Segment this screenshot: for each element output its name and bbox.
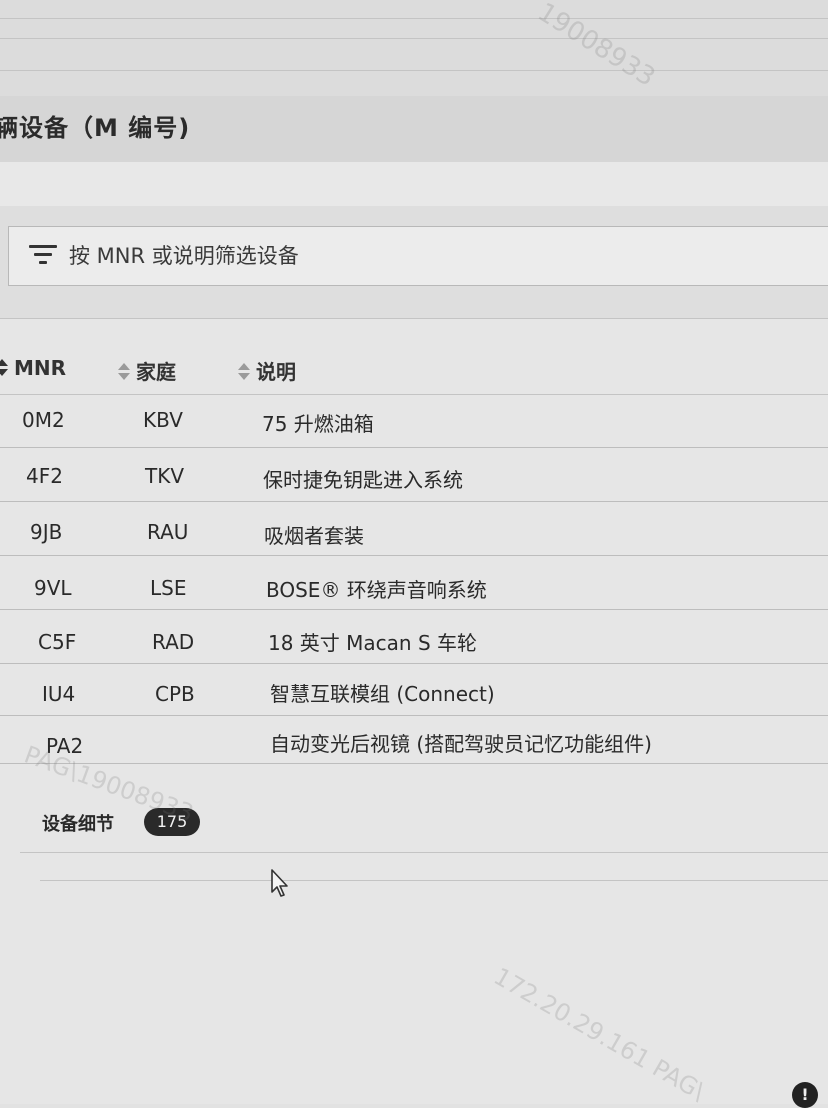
info-icon[interactable]: ! bbox=[792, 1082, 818, 1108]
equipment-details-label[interactable]: 设备细节 bbox=[42, 810, 114, 836]
cell-mnr: IU4 bbox=[42, 682, 76, 706]
divider bbox=[40, 880, 828, 881]
table-row[interactable]: 9JB RAU 吸烟者套装 bbox=[0, 502, 828, 556]
divider bbox=[0, 18, 828, 19]
column-header-label: 说明 bbox=[256, 360, 296, 384]
cell-family: LSE bbox=[150, 576, 187, 600]
column-header-mnr[interactable]: MNR bbox=[0, 356, 66, 380]
cell-description: 75 升燃油箱 bbox=[262, 412, 374, 436]
table-row[interactable]: IU4 CPB 智慧互联模组 (Connect) bbox=[0, 662, 828, 716]
table-row[interactable]: 9VL LSE BOSE® 环绕声音响系统 bbox=[0, 556, 828, 610]
cell-family: RAD bbox=[152, 630, 195, 654]
spacer-band bbox=[0, 162, 828, 206]
divider bbox=[20, 852, 828, 853]
filter-icon[interactable] bbox=[29, 245, 57, 267]
row-divider bbox=[0, 763, 828, 764]
cell-family: RAU bbox=[147, 520, 189, 544]
sort-arrows-icon bbox=[236, 362, 252, 382]
cell-mnr: 0M2 bbox=[22, 408, 65, 432]
cell-mnr: 4F2 bbox=[26, 464, 63, 488]
table-row[interactable]: PA2 自动变光后视镜 (搭配驾驶员记忆功能组件) bbox=[0, 714, 828, 764]
cell-mnr: 9VL bbox=[34, 576, 72, 600]
cell-description: 18 英寸 Macan S 车轮 bbox=[268, 631, 478, 655]
divider bbox=[0, 70, 828, 71]
column-header-family[interactable]: 家庭 bbox=[116, 356, 176, 385]
table-row[interactable]: 0M2 KBV 75 升燃油箱 bbox=[0, 394, 828, 448]
top-band bbox=[0, 0, 828, 96]
sort-arrows-icon bbox=[0, 358, 10, 378]
cell-description: 自动变光后视镜 (搭配驾驶员记忆功能组件) bbox=[270, 732, 652, 756]
cell-description: 保时捷免钥匙进入系统 bbox=[263, 468, 463, 492]
column-header-label: MNR bbox=[14, 356, 67, 380]
divider bbox=[0, 38, 828, 39]
cell-family: TKV bbox=[145, 464, 185, 488]
table-row[interactable]: 4F2 TKV 保时捷免钥匙进入系统 bbox=[0, 448, 828, 502]
mouse-pointer-icon bbox=[271, 869, 288, 897]
table-row[interactable]: C5F RAD 18 英寸 Macan S 车轮 bbox=[0, 610, 828, 664]
cell-family: CPB bbox=[155, 682, 195, 706]
column-header-label: 家庭 bbox=[136, 360, 176, 384]
cell-description: 吸烟者套装 bbox=[264, 524, 364, 548]
cell-mnr: 9JB bbox=[30, 520, 63, 544]
column-header-description[interactable]: 说明 bbox=[236, 356, 296, 385]
page-title: 辆设备（M 编号) bbox=[0, 114, 191, 142]
sort-arrows-icon bbox=[116, 362, 132, 382]
cell-family: KBV bbox=[143, 408, 183, 432]
cell-description: BOSE® 环绕声音响系统 bbox=[266, 578, 487, 602]
filter-input[interactable] bbox=[69, 239, 809, 273]
cell-mnr: C5F bbox=[38, 630, 77, 654]
cell-description: 智慧互联模组 (Connect) bbox=[270, 682, 495, 706]
filter-field[interactable] bbox=[8, 226, 828, 286]
